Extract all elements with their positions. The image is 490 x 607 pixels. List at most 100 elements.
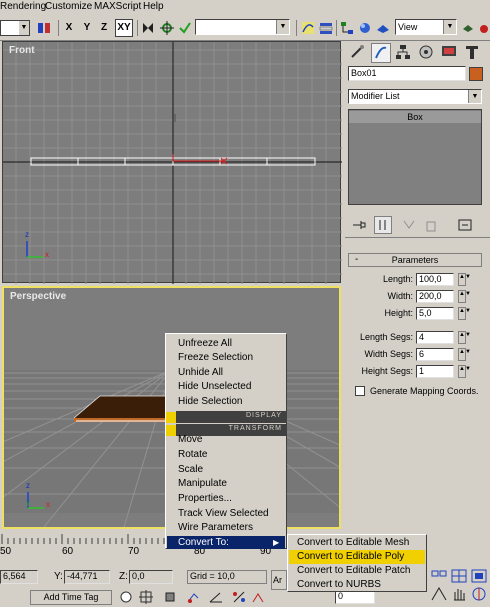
show-end-result-icon[interactable] [374, 216, 392, 234]
stack-item-box[interactable]: Box [349, 111, 481, 123]
snap-toggle-icon[interactable] [186, 590, 204, 607]
object-name-field[interactable]: Box01 [348, 66, 466, 81]
modifier-stack-list[interactable]: Box [348, 109, 482, 205]
object-icon[interactable] [162, 590, 178, 607]
render-scene-icon[interactable] [375, 19, 391, 37]
axis-z-button[interactable]: Z [97, 19, 111, 37]
angle-snap-icon[interactable] [208, 590, 226, 607]
menu-item-scale[interactable]: Scale [178, 462, 203, 477]
spinner-snap-icon[interactable] [250, 590, 266, 607]
submenu-item[interactable]: Convert to NURBS [289, 578, 425, 592]
menu-item-unhide-all[interactable]: Unhide All [178, 365, 223, 380]
add-time-tag-button[interactable]: Add Time Tag [30, 590, 112, 605]
menu-item-manipulate[interactable]: Manipulate [178, 476, 227, 491]
param-label: Height: [384, 308, 413, 318]
configure-sets-icon[interactable] [458, 218, 472, 235]
axis-xy-button[interactable]: XY [115, 19, 133, 37]
axis-label-y: y [26, 498, 30, 507]
param-spinner[interactable]: ▲▼ [458, 348, 471, 361]
chevron-down-icon: ▼ [276, 20, 289, 34]
menu-maxscript[interactable]: MAXScript [94, 1, 141, 12]
field-of-view-icon[interactable] [430, 586, 448, 605]
menu-item-unfreeze-all[interactable]: Unfreeze All [178, 336, 232, 351]
named-selection-set-dropdown[interactable]: ▼ [195, 19, 290, 35]
menu-item-hide-unselected[interactable]: Hide Unselected [178, 379, 251, 394]
quick-render-icon[interactable] [461, 19, 475, 37]
generate-mapping-checkbox[interactable] [355, 386, 365, 396]
submenu-item[interactable]: Convert to Editable Patch [289, 564, 425, 578]
menu-item-track-view-selected[interactable]: Track View Selected [178, 506, 269, 521]
param-spinner[interactable]: ▲▼ [458, 331, 471, 344]
menu-rendering[interactable]: Rendering [0, 1, 46, 12]
mirror-icon[interactable] [34, 19, 54, 37]
display-tab-icon[interactable] [440, 43, 460, 63]
create-tab-icon[interactable] [348, 43, 368, 63]
object-color-swatch[interactable] [469, 67, 483, 81]
teapot-render-icon[interactable] [477, 19, 490, 37]
schematic-view-icon[interactable] [339, 19, 355, 37]
param-spinner[interactable]: ▲▼ [458, 273, 471, 286]
axis-x-button[interactable]: X [62, 19, 76, 37]
param-spinner[interactable]: ▲▼ [458, 365, 471, 378]
remove-modifier-icon[interactable] [424, 218, 438, 235]
selection-lock-icon[interactable] [118, 590, 134, 607]
axis-y-button[interactable]: Y [80, 19, 94, 37]
front-viewport[interactable]: Front z x [2, 41, 342, 284]
layer-manager-icon[interactable] [318, 19, 334, 37]
menu-item-properties[interactable]: Properties... [178, 491, 232, 506]
grid-size-display: Grid = 10,0 [187, 570, 267, 584]
menu-help[interactable]: Help [143, 1, 164, 12]
selection-filter-dropdown[interactable]: ▼ [0, 19, 30, 37]
menu-customize[interactable]: Customize [45, 1, 92, 12]
hierarchy-tab-icon[interactable] [394, 43, 414, 63]
axis-label-z: z [25, 230, 29, 239]
submenu-item[interactable]: Convert to Editable Mesh [289, 536, 425, 550]
menu-item-freeze-selection[interactable]: Freeze Selection [178, 350, 253, 365]
absolute-mode-icon[interactable] [138, 590, 154, 607]
generate-mapping-label: Generate Mapping Coords. [370, 386, 479, 396]
rollout-title: Parameters [391, 255, 439, 265]
motion-tab-icon[interactable] [417, 43, 437, 63]
param-spinner[interactable]: ▲▼ [458, 290, 471, 303]
param-value-field[interactable]: 1 [416, 365, 454, 378]
menu-item-rotate[interactable]: Rotate [178, 447, 207, 462]
percent-snap-icon[interactable] [230, 590, 248, 607]
menu-item-wire-parameters[interactable]: Wire Parameters [178, 520, 253, 535]
param-spinner[interactable]: ▲▼ [458, 307, 471, 320]
pin-stack-icon[interactable] [352, 218, 366, 235]
menu-item-move[interactable]: Move [178, 432, 202, 447]
param-value-field[interactable]: 6 [416, 348, 454, 361]
zoom-all-icon[interactable] [450, 568, 468, 587]
align-icon[interactable] [140, 19, 156, 37]
modify-tab-icon[interactable] [371, 43, 391, 63]
x-coordinate-field[interactable]: 6,564 [0, 570, 38, 584]
z-coordinate-field[interactable]: 0,0 [129, 570, 173, 584]
param-value-field[interactable]: 5,0 [416, 307, 454, 320]
viewport-label-front[interactable]: Front [9, 45, 35, 56]
animate-button[interactable]: Ar [271, 570, 287, 590]
current-frame-field[interactable]: 0 [335, 590, 375, 604]
y-coordinate-field[interactable]: -44,771 [64, 570, 110, 584]
viewport-label-perspective[interactable]: Perspective [10, 291, 66, 302]
curve-editor-icon[interactable] [300, 19, 316, 37]
param-value-field[interactable]: 4 [416, 331, 454, 344]
pan-hand-icon[interactable] [450, 586, 468, 605]
utilities-tab-icon[interactable] [463, 43, 483, 63]
menu-item-convert-to[interactable]: Convert To: ▶ [167, 536, 285, 549]
submenu-item[interactable]: Convert to Editable Poly [289, 550, 425, 564]
snap-icon[interactable] [159, 19, 175, 37]
param-value-field[interactable]: 100,0 [416, 273, 454, 286]
menu-item-hide-selection[interactable]: Hide Selection [178, 394, 242, 409]
command-panel-tabs [345, 43, 490, 63]
reference-coordinate-dropdown[interactable]: View ▼ [395, 19, 457, 35]
arc-rotate-icon[interactable] [470, 586, 488, 605]
checkmark-icon[interactable] [177, 19, 193, 37]
param-value-field[interactable]: 200,0 [416, 290, 454, 303]
make-unique-icon[interactable] [402, 218, 416, 235]
zoom-extents-all-icon[interactable] [430, 568, 448, 587]
zoom-extents-icon[interactable] [470, 568, 488, 587]
modifier-list-dropdown[interactable]: Modifier List ▼ [348, 89, 482, 104]
quad-marker-transform [166, 425, 176, 436]
material-editor-icon[interactable] [357, 19, 373, 37]
parameters-rollout-header[interactable]: - Parameters [348, 253, 482, 267]
